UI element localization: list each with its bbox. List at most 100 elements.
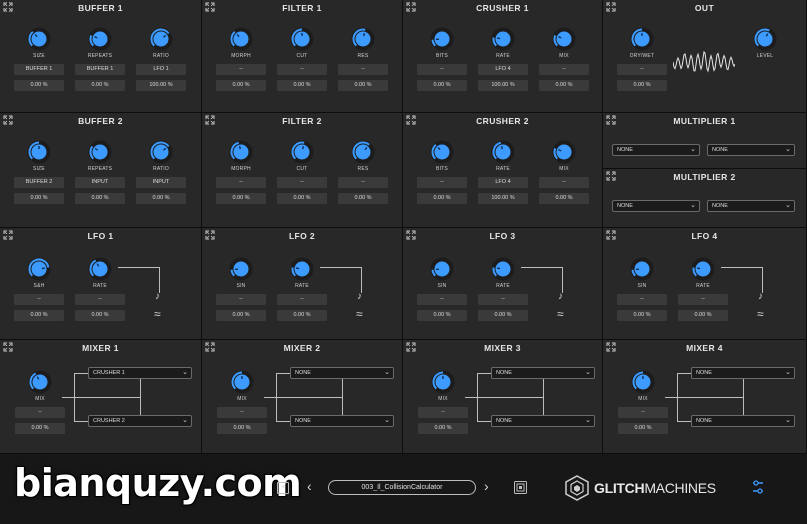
waveform-select-icon[interactable]: ≈ xyxy=(356,308,363,320)
knob-dial[interactable] xyxy=(631,370,655,394)
knob-dial[interactable] xyxy=(552,27,576,51)
tempo-sync-icon[interactable]: ♪ xyxy=(357,291,362,302)
mod-amount-field[interactable]: 0.00 % xyxy=(417,80,467,91)
mod-source-field[interactable]: -- xyxy=(417,177,467,188)
mod-amount-field[interactable]: 0.00 % xyxy=(75,80,125,91)
knob-dial[interactable] xyxy=(290,140,314,164)
knob-dial[interactable] xyxy=(491,140,515,164)
mod-amount-field[interactable]: 0.00 % xyxy=(417,310,467,321)
knob-dial[interactable] xyxy=(149,140,173,164)
mod-amount-field[interactable]: 0.00 % xyxy=(75,193,125,204)
source-dropdown[interactable]: NONE ⌄ xyxy=(290,415,394,427)
source-dropdown[interactable]: NONE ⌄ xyxy=(707,200,795,212)
mod-amount-field[interactable]: 0.00 % xyxy=(14,193,64,204)
mod-source-field[interactable]: -- xyxy=(617,294,667,305)
knob-dial[interactable] xyxy=(149,27,173,51)
mod-source-field[interactable]: -- xyxy=(678,294,728,305)
knob-dial[interactable] xyxy=(290,257,314,281)
waveform-select-icon[interactable]: ≈ xyxy=(757,308,764,320)
tempo-sync-icon[interactable]: ♪ xyxy=(758,291,763,302)
source-dropdown[interactable]: CRUSHER 1 ⌄ xyxy=(88,367,192,379)
knob-dial[interactable] xyxy=(88,140,112,164)
mod-amount-field[interactable]: 0.00 % xyxy=(539,193,589,204)
mod-amount-field[interactable]: 0.00 % xyxy=(617,80,667,91)
preset-menu-icon[interactable]: ≡ xyxy=(277,482,289,494)
knob-dial[interactable] xyxy=(430,257,454,281)
mod-amount-field[interactable]: 0.00 % xyxy=(418,423,468,434)
preset-name-field[interactable]: 003_Il_CollisionCalculator xyxy=(328,480,476,495)
mod-amount-field[interactable]: 0.00 % xyxy=(217,423,267,434)
mod-amount-field[interactable]: 0.00 % xyxy=(14,80,64,91)
source-dropdown[interactable]: NONE ⌄ xyxy=(707,144,795,156)
waveform-select-icon[interactable]: ≈ xyxy=(154,308,161,320)
mod-amount-field[interactable]: 0.00 % xyxy=(678,310,728,321)
knob-dial[interactable] xyxy=(431,370,455,394)
source-dropdown[interactable]: NONE ⌄ xyxy=(491,415,595,427)
knob-dial[interactable] xyxy=(491,257,515,281)
save-preset-icon[interactable] xyxy=(514,481,527,494)
mod-source-field[interactable]: -- xyxy=(617,64,667,75)
knob-dial[interactable] xyxy=(229,140,253,164)
mod-amount-field[interactable]: 0.00 % xyxy=(75,310,125,321)
source-dropdown[interactable]: NONE ⌄ xyxy=(491,367,595,379)
tempo-sync-icon[interactable]: ♪ xyxy=(155,291,160,302)
knob-dial[interactable] xyxy=(351,140,375,164)
mod-amount-field[interactable]: 0.00 % xyxy=(618,423,668,434)
mod-source-field[interactable]: LFO 1 xyxy=(136,64,186,75)
mod-source-field[interactable]: -- xyxy=(338,177,388,188)
source-dropdown[interactable]: CRUSHER 2 ⌄ xyxy=(88,415,192,427)
knob-dial[interactable] xyxy=(351,27,375,51)
mod-amount-field[interactable]: 0.00 % xyxy=(277,193,327,204)
mod-amount-field[interactable]: 0.00 % xyxy=(136,193,186,204)
mod-source-field[interactable]: BUFFER 2 xyxy=(14,177,64,188)
mod-source-field[interactable]: -- xyxy=(277,294,327,305)
next-preset-button[interactable]: › xyxy=(484,478,489,494)
mod-amount-field[interactable]: 0.00 % xyxy=(338,80,388,91)
mod-source-field[interactable]: -- xyxy=(216,64,266,75)
source-dropdown[interactable]: NONE ⌄ xyxy=(691,415,795,427)
knob-dial[interactable] xyxy=(491,27,515,51)
mod-source-field[interactable]: LFO 4 xyxy=(478,177,528,188)
mod-amount-field[interactable]: 0.00 % xyxy=(14,310,64,321)
mod-amount-field[interactable]: 100.00 % xyxy=(478,80,528,91)
knob-dial[interactable] xyxy=(552,140,576,164)
knob-dial[interactable] xyxy=(430,27,454,51)
knob-dial[interactable] xyxy=(430,140,454,164)
mod-source-field[interactable]: INPUT xyxy=(75,177,125,188)
mod-amount-field[interactable]: 0.00 % xyxy=(216,310,266,321)
mod-amount-field[interactable]: 100.00 % xyxy=(478,193,528,204)
mod-amount-field[interactable]: 0.00 % xyxy=(617,310,667,321)
source-dropdown[interactable]: NONE ⌄ xyxy=(612,200,700,212)
mod-source-field[interactable]: BUFFER 1 xyxy=(75,64,125,75)
mod-amount-field[interactable]: 0.00 % xyxy=(338,193,388,204)
mod-source-field[interactable]: -- xyxy=(418,407,468,418)
mod-source-field[interactable]: -- xyxy=(338,64,388,75)
knob-dial[interactable] xyxy=(630,27,654,51)
knob-dial[interactable] xyxy=(229,27,253,51)
knob-dial[interactable] xyxy=(630,257,654,281)
mod-source-field[interactable]: -- xyxy=(216,294,266,305)
knob-dial[interactable] xyxy=(88,257,112,281)
mod-amount-field[interactable]: 100.00 % xyxy=(136,80,186,91)
tempo-sync-icon[interactable]: ♪ xyxy=(558,291,563,302)
mod-source-field[interactable]: -- xyxy=(539,177,589,188)
mod-source-field[interactable]: -- xyxy=(75,294,125,305)
knob-dial[interactable] xyxy=(88,27,112,51)
mod-amount-field[interactable]: 0.00 % xyxy=(539,80,589,91)
knob-dial[interactable] xyxy=(753,27,777,51)
source-dropdown[interactable]: NONE ⌄ xyxy=(612,144,700,156)
waveform-select-icon[interactable]: ≈ xyxy=(557,308,564,320)
knob-dial[interactable] xyxy=(229,257,253,281)
mod-source-field[interactable]: -- xyxy=(618,407,668,418)
mod-source-field[interactable]: -- xyxy=(217,407,267,418)
mod-amount-field[interactable]: 0.00 % xyxy=(216,80,266,91)
mod-source-field[interactable]: -- xyxy=(216,177,266,188)
knob-dial[interactable] xyxy=(230,370,254,394)
mod-amount-field[interactable]: 0.00 % xyxy=(277,80,327,91)
mod-amount-field[interactable]: 0.00 % xyxy=(478,310,528,321)
knob-dial[interactable] xyxy=(290,27,314,51)
prev-preset-button[interactable]: ‹ xyxy=(307,478,312,494)
mod-source-field[interactable]: -- xyxy=(539,64,589,75)
mod-source-field[interactable]: BUFFER 1 xyxy=(14,64,64,75)
mod-source-field[interactable]: LFO 4 xyxy=(478,64,528,75)
